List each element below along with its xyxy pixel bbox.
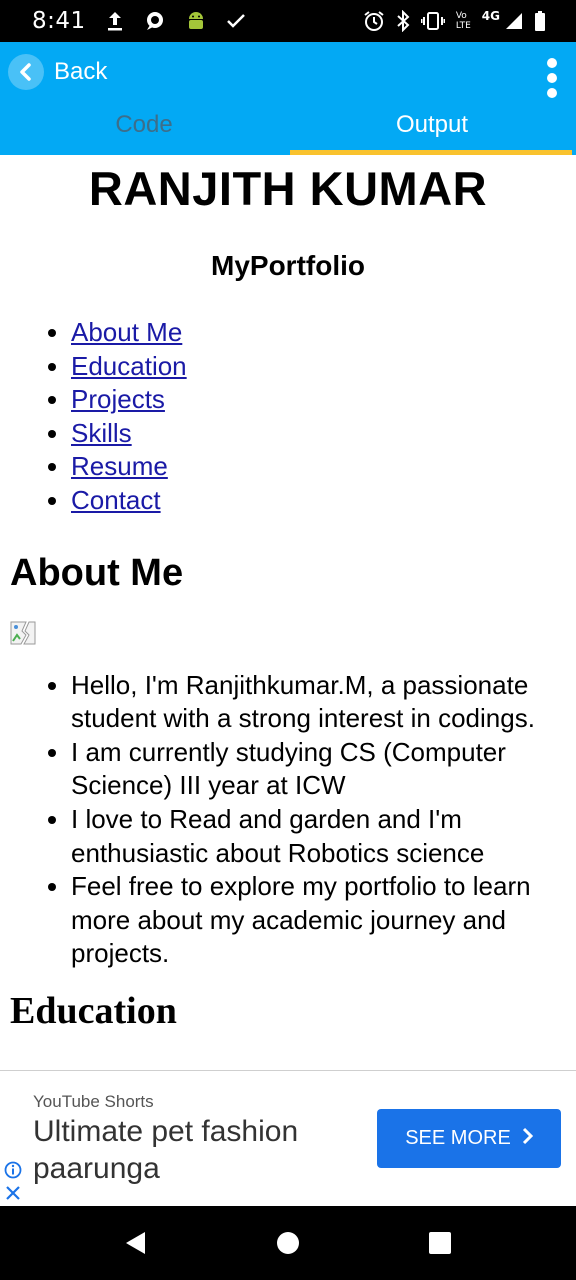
nav-item: Resume (71, 450, 576, 484)
alarm-icon (363, 10, 385, 32)
home-circle-icon[interactable] (263, 1218, 313, 1268)
ad-banner[interactable]: YouTube Shorts Ultimate pet fashion paar… (0, 1070, 576, 1206)
nav-link-resume[interactable]: Resume (71, 451, 168, 481)
lte-label-top: Vo (455, 11, 467, 21)
nav-item: Projects (71, 383, 576, 417)
lte-label-bottom: LTE (455, 21, 471, 31)
tab-code-label: Code (115, 110, 173, 138)
chevron-left-icon (8, 54, 44, 90)
android-icon (186, 10, 206, 32)
overflow-menu-icon[interactable] (544, 58, 560, 98)
ad-headline: Ultimate pet fashion paarunga (33, 1115, 299, 1185)
portfolio-nav: About Me Education Projects Skills Resum… (0, 316, 576, 518)
tab-output[interactable]: Output (288, 100, 576, 155)
nav-link-projects[interactable]: Projects (71, 384, 165, 414)
nav-item: Education (71, 350, 576, 384)
signal-icon (505, 12, 523, 30)
nav-item: Skills (71, 417, 576, 451)
tab-code[interactable]: Code (0, 100, 288, 155)
vibrate-icon (420, 11, 445, 31)
about-item: I am currently studying CS (Computer Sci… (71, 736, 566, 803)
network-type: 4G (481, 9, 500, 23)
ad-info-icon[interactable] (4, 1161, 22, 1179)
app-header: Back Code Output (0, 42, 576, 155)
back-triangle-icon[interactable] (111, 1218, 161, 1268)
nav-link-about[interactable]: About Me (71, 317, 182, 347)
back-button[interactable]: Back (8, 52, 107, 92)
output-content[interactable]: RANJITH KUMAR MyPortfolio About Me Educa… (0, 155, 576, 1070)
check-icon (226, 13, 246, 29)
chat-icon (144, 11, 166, 31)
status-right: Vo LTE 4G (363, 9, 546, 32)
status-left: 8:41 (32, 8, 246, 34)
nav-link-education[interactable]: Education (71, 351, 187, 381)
about-list: Hello, I'm Ranjithkumar.M, a passionate … (0, 669, 576, 971)
nav-item: Contact (71, 484, 576, 518)
battery-icon (534, 11, 546, 31)
about-item: Hello, I'm Ranjithkumar.M, a passionate … (71, 669, 566, 736)
see-more-button[interactable]: SEE MORE (377, 1109, 561, 1168)
chevron-right-icon (521, 1127, 533, 1151)
nav-item: About Me (71, 316, 576, 350)
recents-square-icon[interactable] (415, 1218, 465, 1268)
bluetooth-icon (396, 10, 410, 32)
ad-source: YouTube Shorts (33, 1092, 154, 1111)
ad-close-icon[interactable] (4, 1184, 22, 1202)
about-heading: About Me (10, 551, 184, 594)
about-item: I love to Read and garden and I'm enthus… (71, 803, 566, 870)
tab-output-label: Output (395, 110, 469, 138)
status-time: 8:41 (32, 8, 86, 34)
portfolio-subtitle: MyPortfolio (211, 250, 365, 281)
page-title: RANJITH KUMAR (88, 162, 488, 215)
system-nav-bar (0, 1206, 576, 1280)
broken-image-icon (10, 621, 36, 645)
upload-icon (106, 11, 124, 31)
lte-indicator: Vo LTE (456, 11, 471, 31)
nav-link-contact[interactable]: Contact (71, 485, 161, 515)
nav-link-skills[interactable]: Skills (71, 418, 132, 448)
see-more-label: SEE MORE (405, 1127, 511, 1149)
status-bar: 8:41 Vo LTE 4G (0, 0, 576, 42)
education-heading: Education (10, 989, 177, 1032)
back-label: Back (54, 58, 108, 85)
about-item: Feel free to explore my portfolio to lea… (71, 870, 566, 971)
tab-bar: Code Output (0, 100, 576, 155)
